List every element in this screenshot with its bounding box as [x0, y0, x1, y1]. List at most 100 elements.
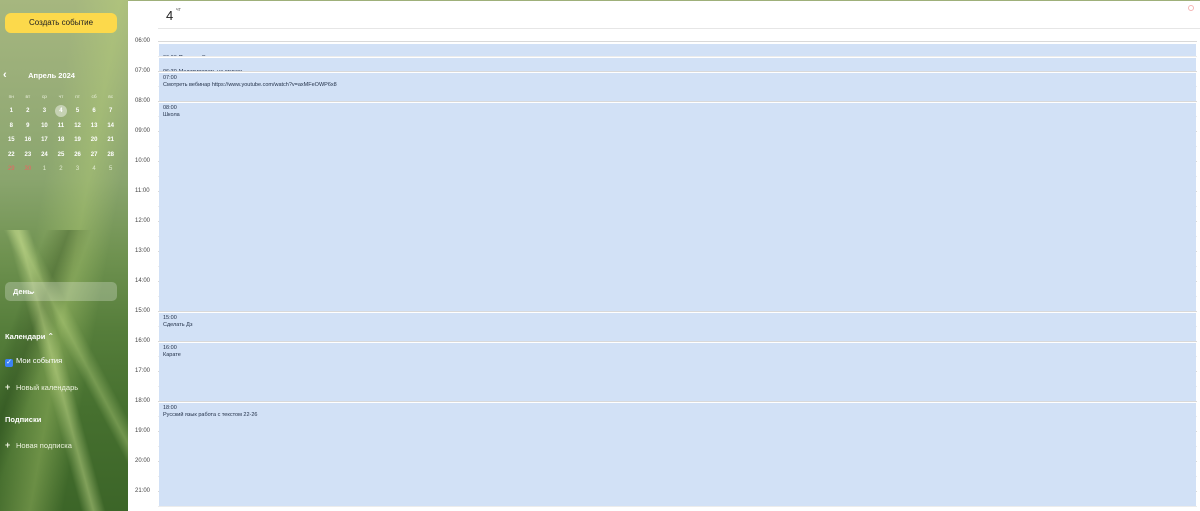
time-gutter: 06:00 07:00 08:00 09:00 10:00 11:00 12:00 13:00… — [128, 38, 158, 511]
mini-calendar-day[interactable]: 30 — [20, 162, 37, 177]
mini-calendar-day[interactable]: 23 — [20, 148, 37, 163]
mini-calendar-day[interactable]: 1 — [3, 104, 20, 119]
mini-calendar-day[interactable]: 15 — [3, 133, 20, 148]
new-calendar-link[interactable]: + Новый календарь — [5, 382, 128, 393]
mini-calendar-day[interactable]: 20 — [86, 133, 103, 148]
event-time: 15:00 — [163, 315, 177, 321]
mini-calendar-day[interactable]: 9 — [20, 119, 37, 134]
mini-calendar-day[interactable]: 19 — [69, 133, 86, 148]
weekday-label: пт — [75, 95, 80, 100]
weekday-row: пн вт ср чт пт сб вс — [3, 93, 119, 104]
hour-label: 17:00 — [135, 368, 151, 374]
mini-calendar-day[interactable]: 6 — [86, 104, 103, 119]
event-time: 08:00 — [163, 105, 177, 111]
mini-calendar-day[interactable]: 10 — [36, 119, 53, 134]
week-row: 1234567 — [3, 104, 119, 119]
event-block[interactable]: 06:30Медитировать на стихии — [159, 57, 1196, 71]
mini-calendar-day[interactable]: 4 — [86, 162, 103, 177]
weekday-label: вт — [25, 95, 31, 100]
hour-label: 06:00 — [135, 38, 151, 44]
weekday-label: пн — [8, 95, 14, 100]
day-weekday: чт — [176, 7, 181, 13]
mini-calendar-day[interactable]: 16 — [20, 133, 37, 148]
event-block[interactable]: 15:00 Сделать Дз — [159, 312, 1196, 341]
hour-gridline — [158, 41, 1197, 42]
new-subscription-label: Новая подписка — [16, 440, 72, 450]
view-select[interactable]: День ⌄ — [5, 281, 117, 301]
mini-calendar-day[interactable]: 2 — [20, 104, 37, 119]
weekday-label: чт — [58, 95, 64, 100]
indicator-dot-icon — [1188, 5, 1194, 11]
week-row: 29 30 1 2 3 4 5 — [3, 162, 119, 177]
hour-label: 18:00 — [135, 398, 151, 404]
calendars-title-label: Календари — [5, 331, 46, 341]
calendars-section-title[interactable]: Календари ⌃ — [5, 332, 128, 342]
mini-calendar-header: ‹ Апрель 2024 › — [0, 65, 128, 81]
event-title: Русский язык работа с текстом 22-26 — [163, 412, 258, 418]
hour-label: 16:00 — [135, 338, 151, 344]
mini-calendar-day[interactable]: 22 — [3, 148, 20, 163]
calendar-item-my-events[interactable]: ✓ Мои события — [5, 356, 128, 367]
day-number[interactable]: 4 — [166, 8, 173, 23]
checkbox-checked-icon[interactable]: ✓ — [5, 358, 13, 367]
mini-calendar-day[interactable]: 17 — [36, 133, 53, 148]
mini-calendar-day[interactable]: 14 — [102, 119, 119, 134]
hour-label: 07:00 — [135, 68, 151, 74]
subscriptions-section-title: Подписки — [5, 414, 42, 424]
mini-calendar-day[interactable]: 18 — [53, 133, 70, 148]
mini-calendar-day[interactable]: 29 — [3, 162, 20, 177]
event-time: 06:30 — [163, 69, 177, 71]
weekday-label: ср — [41, 95, 47, 100]
mini-calendar-day[interactable]: 24 — [36, 148, 53, 163]
event-block[interactable]: 16:00 Карате — [159, 342, 1196, 401]
mini-calendar-day[interactable]: 5 — [69, 104, 86, 119]
mini-calendar-day[interactable]: 26 — [69, 148, 86, 163]
hour-label: 13:00 — [135, 248, 151, 254]
mini-calendar-day[interactable]: 28 — [102, 148, 119, 163]
event-title: Медитировать на стихии — [179, 69, 242, 71]
mini-calendar-day[interactable]: 21 — [102, 133, 119, 148]
new-subscription-link[interactable]: + Новая подписка — [5, 440, 128, 451]
event-title: Сделать Дз — [163, 322, 193, 328]
weekday-label: сб — [91, 95, 97, 100]
plus-icon: + — [5, 439, 11, 450]
mini-calendar-day[interactable]: 12 — [69, 119, 86, 134]
event-time: 16:00 — [163, 345, 177, 351]
event-block[interactable]: 06:00Подъем, Вьетнам — [159, 43, 1196, 56]
event-title: Школа — [163, 112, 180, 118]
mini-calendar-day[interactable]: 11 — [53, 119, 70, 134]
weekday-label: вс — [108, 95, 114, 100]
mini-calendar-day[interactable]: 13 — [86, 119, 103, 134]
event-title: Смотреть вебинар https://www.youtube.com… — [163, 82, 337, 88]
event-block[interactable]: 18:00 Русский язык работа с текстом 22-26 — [159, 402, 1196, 506]
create-event-button[interactable]: Создать событие — [5, 13, 117, 33]
day-header: 4 чт — [158, 1, 1200, 29]
calendar-item-label: Мои события — [16, 355, 63, 365]
hour-label: 19:00 — [135, 428, 151, 434]
mini-calendar-day[interactable]: 4 — [53, 104, 70, 119]
event-time: 07:00 — [163, 75, 177, 81]
event-block[interactable]: 08:00 Школа — [159, 102, 1196, 311]
event-time: 18:00 — [163, 405, 177, 411]
mini-calendar-day[interactable]: 5 — [102, 162, 119, 177]
mini-calendar-day[interactable]: 1 — [36, 162, 53, 177]
event-title: Подъем, Вьетнам — [179, 55, 224, 56]
hour-label: 14:00 — [135, 278, 151, 284]
day-column[interactable]: 06:00Подъем, Вьетнам06:30Медитировать на… — [158, 41, 1197, 511]
mini-calendar-day[interactable]: 2 — [53, 162, 70, 177]
mini-calendar-title: Апрель 2024 — [28, 71, 75, 80]
mini-calendar-day[interactable]: 25 — [53, 148, 70, 163]
week-row: 15 16 17 18 19 20 21 — [3, 133, 119, 148]
hour-label: 09:00 — [135, 128, 151, 134]
new-calendar-label: Новый календарь — [16, 382, 79, 392]
mini-calendar-day[interactable]: 8 — [3, 119, 20, 134]
event-block[interactable]: 07:00 Смотреть вебинар https://www.youtub… — [159, 72, 1196, 101]
mini-calendar-day[interactable]: 7 — [102, 104, 119, 119]
mini-calendar-day[interactable]: 3 — [36, 104, 53, 119]
sidebar: Создать событие ‹ Апрель 2024 › пн вт ср чт… — [0, 0, 128, 511]
hour-label: 12:00 — [135, 218, 151, 224]
chevron-left-icon[interactable]: ‹ — [3, 69, 7, 81]
mini-calendar-day[interactable]: 27 — [86, 148, 103, 163]
mini-calendar-day[interactable]: 3 — [69, 162, 86, 177]
hour-label: 20:00 — [135, 458, 151, 464]
